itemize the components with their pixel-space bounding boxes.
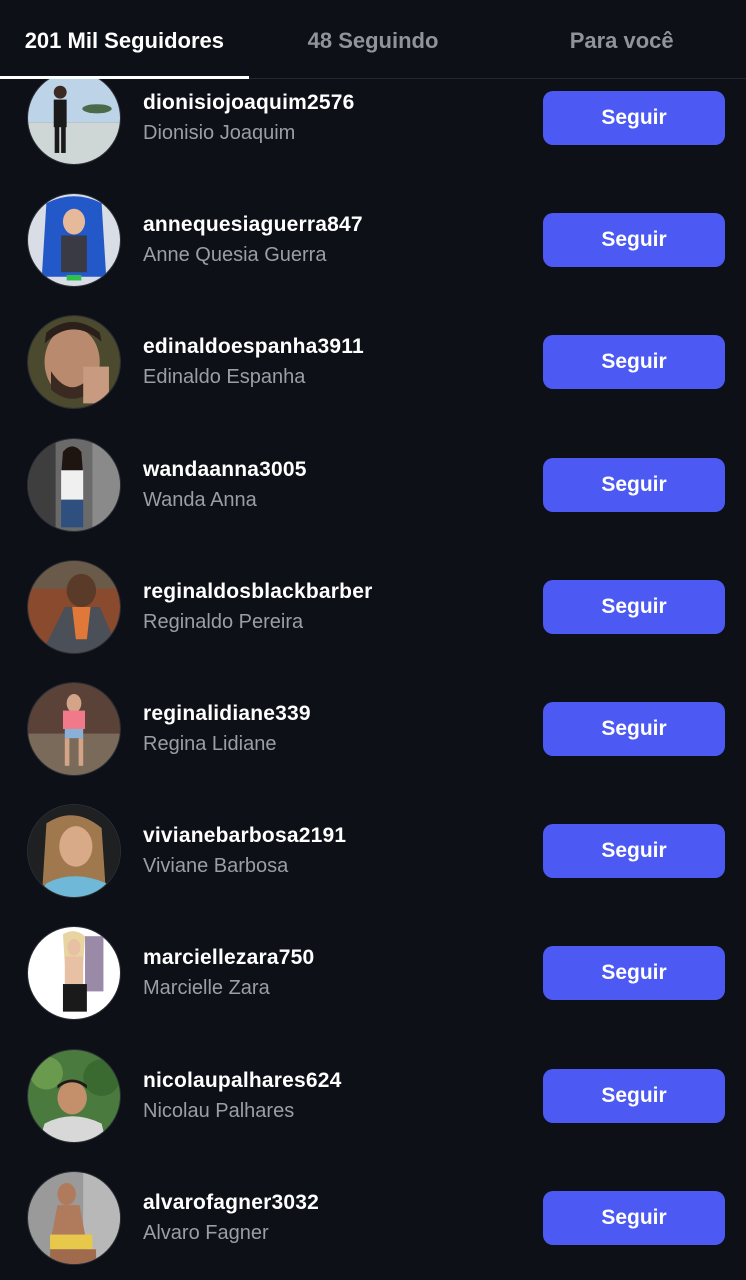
list-item[interactable]: nicolaupalhares624 Nicolau Palhares Segu… — [0, 1035, 746, 1157]
fullname: Wanda Anna — [143, 488, 257, 511]
list-item[interactable]: alvarofagner3032 Alvaro Fagner Seguir — [0, 1157, 746, 1279]
list-item[interactable]: edinaldoespanha3911 Edinaldo Espanha Seg… — [0, 301, 746, 423]
fullname: Reginaldo Pereira — [143, 610, 304, 633]
followers-screen: 201 Mil Seguidores 48 Seguindo Para você… — [0, 0, 746, 1280]
avatar[interactable] — [27, 681, 121, 776]
fullname: Marcielle Zara — [143, 977, 270, 1000]
avatar[interactable] — [27, 559, 121, 654]
follow-button[interactable]: Seguir — [543, 213, 725, 268]
tab-following[interactable]: 48 Seguindo — [249, 0, 498, 78]
fullname: Viviane Barbosa — [143, 855, 289, 878]
follow-button[interactable]: Seguir — [543, 91, 725, 145]
follow-button[interactable]: Seguir — [543, 335, 725, 390]
fullname: Anne Quesia Guerra — [143, 244, 327, 267]
username[interactable]: alvarofagner3032 — [143, 1190, 319, 1216]
fullname: Edinaldo Espanha — [143, 366, 306, 389]
user-text[interactable]: edinaldoespanha3911 Edinaldo Espanha — [143, 334, 364, 390]
fullname: Regina Lidiane — [143, 732, 277, 755]
username[interactable]: vivianebarbosa2191 — [143, 823, 346, 849]
user-text[interactable]: dionisiojoaquim2576 Dionisio Joaquim — [143, 90, 355, 146]
fullname: Alvaro Fagner — [143, 1221, 269, 1244]
follow-button[interactable]: Seguir — [543, 457, 725, 512]
username[interactable]: edinaldoespanha3911 — [143, 334, 364, 360]
list-item[interactable]: annequesiaguerra847 Anne Quesia Guerra S… — [0, 179, 746, 301]
username[interactable]: marciellezara750 — [143, 945, 314, 971]
follow-button[interactable]: Seguir — [543, 824, 725, 879]
avatar[interactable] — [27, 1170, 121, 1265]
username[interactable]: reginalidiane339 — [143, 701, 311, 727]
user-text[interactable]: wandaanna3005 Wanda Anna — [143, 457, 307, 513]
follow-button[interactable]: Seguir — [543, 1190, 725, 1245]
user-text[interactable]: alvarofagner3032 Alvaro Fagner — [143, 1190, 319, 1246]
tab-bar: 201 Mil Seguidores 48 Seguindo Para você — [0, 0, 746, 79]
list-item[interactable]: reginaldosblackbarber Reginaldo Pereira … — [0, 546, 746, 668]
user-text[interactable]: annequesiaguerra847 Anne Quesia Guerra — [143, 212, 363, 268]
tab-for-you[interactable]: Para você — [497, 0, 746, 78]
avatar[interactable] — [27, 804, 121, 899]
avatar[interactable] — [27, 193, 121, 288]
username[interactable]: wandaanna3005 — [143, 457, 307, 483]
fullname: Dionisio Joaquim — [143, 122, 296, 144]
list-item[interactable]: reginalidiane339 Regina Lidiane Seguir — [0, 668, 746, 790]
avatar[interactable] — [27, 437, 121, 532]
follow-button[interactable]: Seguir — [543, 946, 725, 1001]
user-text[interactable]: marciellezara750 Marcielle Zara — [143, 945, 314, 1001]
user-text[interactable]: vivianebarbosa2191 Viviane Barbosa — [143, 823, 346, 879]
follow-button[interactable]: Seguir — [543, 579, 725, 634]
username[interactable]: dionisiojoaquim2576 — [143, 90, 355, 116]
avatar[interactable] — [27, 71, 121, 165]
user-text[interactable]: reginaldosblackbarber Reginaldo Pereira — [143, 579, 372, 635]
tab-followers[interactable]: 201 Mil Seguidores — [0, 0, 249, 79]
follow-button[interactable]: Seguir — [543, 701, 725, 756]
avatar[interactable] — [27, 926, 121, 1021]
avatar[interactable] — [27, 1048, 121, 1143]
username[interactable]: nicolaupalhares624 — [143, 1068, 342, 1094]
followers-list[interactable]: dionisiojoaquim2576 Dionisio Joaquim Seg… — [0, 57, 746, 1279]
user-text[interactable]: nicolaupalhares624 Nicolau Palhares — [143, 1068, 342, 1124]
user-text[interactable]: reginalidiane339 Regina Lidiane — [143, 701, 311, 757]
username[interactable]: annequesiaguerra847 — [143, 212, 363, 238]
avatar[interactable] — [27, 315, 121, 410]
follow-button[interactable]: Seguir — [543, 1068, 725, 1123]
list-item[interactable]: vivianebarbosa2191 Viviane Barbosa Segui… — [0, 790, 746, 912]
list-item[interactable]: wandaanna3005 Wanda Anna Seguir — [0, 424, 746, 546]
fullname: Nicolau Palhares — [143, 1099, 295, 1122]
list-item[interactable]: marciellezara750 Marcielle Zara Seguir — [0, 912, 746, 1034]
username[interactable]: reginaldosblackbarber — [143, 579, 372, 605]
